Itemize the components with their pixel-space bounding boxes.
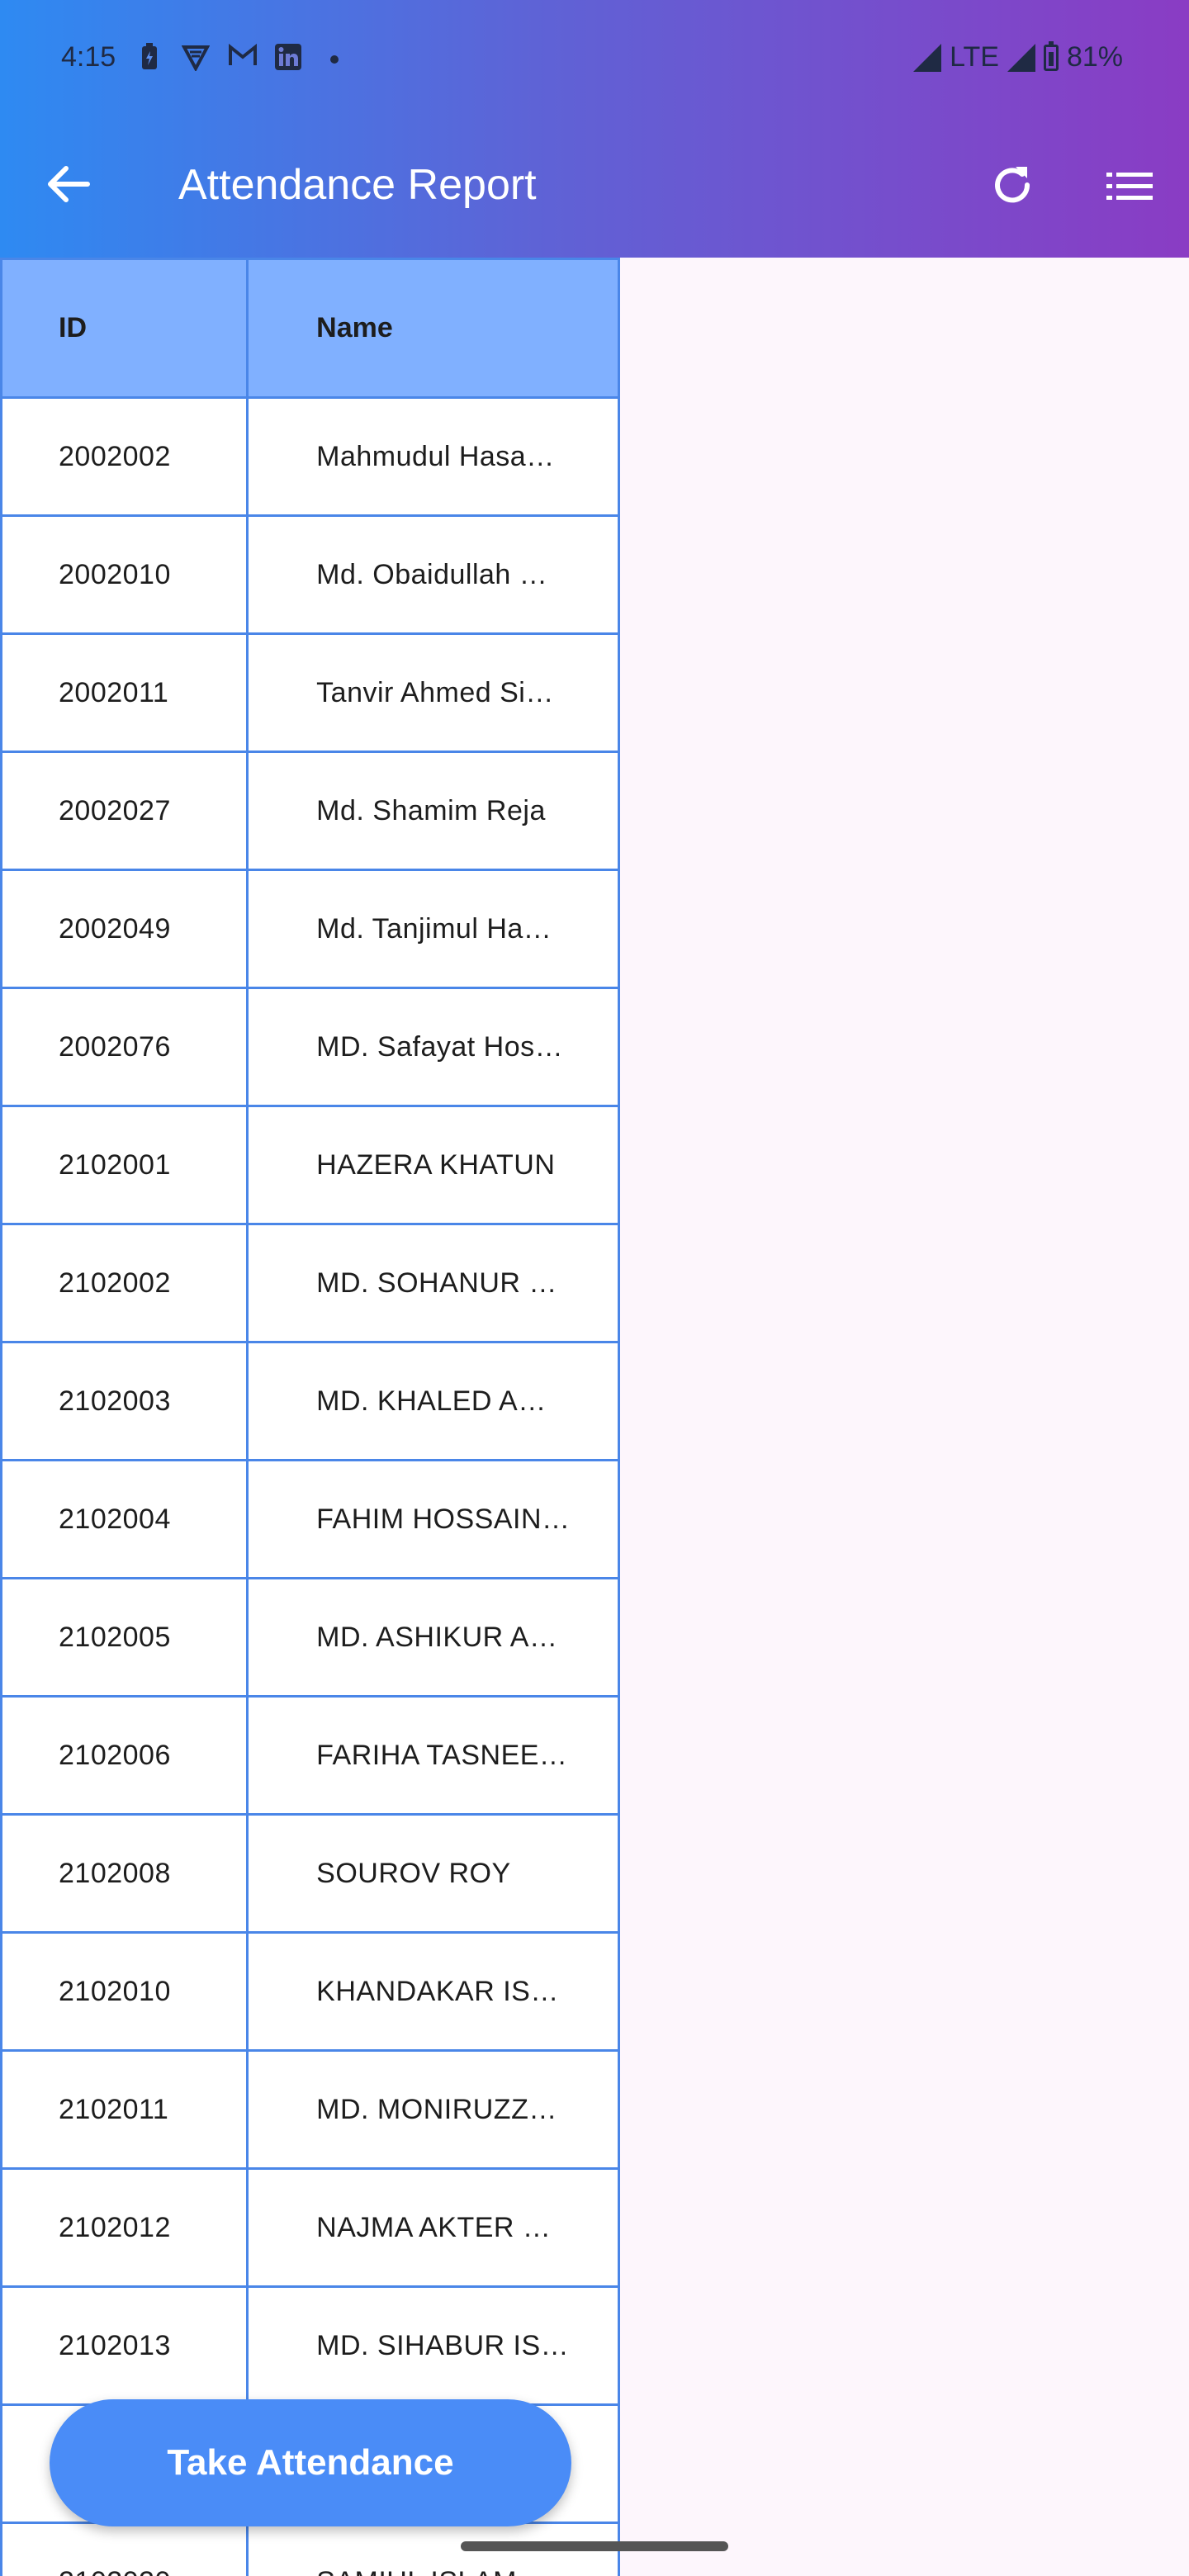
list-icon xyxy=(1106,173,1153,200)
cell-id: 2102020 xyxy=(0,2522,249,2576)
back-button[interactable] xyxy=(41,157,96,211)
status-bar: 4:15 LTE 81% xyxy=(0,0,1189,124)
table-row[interactable]: 2102012 NAJMA AKTER … xyxy=(0,2167,620,2288)
cell-id: 2002027 xyxy=(0,751,249,871)
cell-name: Md. Tanjimul Ha… xyxy=(246,869,620,989)
cell-name: MD. SOHANUR … xyxy=(246,1223,620,1343)
table-row[interactable]: 2102001 HAZERA KHATUN xyxy=(0,1105,620,1225)
cell-id: 2102002 xyxy=(0,1223,249,1343)
table-row[interactable]: 2102003 MD. KHALED A… xyxy=(0,1341,620,1461)
page-title: Attendance Report xyxy=(178,161,537,209)
take-attendance-button[interactable]: Take Attendance xyxy=(50,2399,571,2526)
table-row[interactable]: 2102004 FAHIM HOSSAIN… xyxy=(0,1459,620,1579)
app-bar: 4:15 LTE 81% Attendance Report xyxy=(0,0,1189,258)
table-header-row: ID Name xyxy=(0,258,620,399)
refresh-button[interactable] xyxy=(988,160,1037,210)
cell-id: 2102004 xyxy=(0,1459,249,1579)
table-row[interactable]: 2002010 Md. Obaidullah … xyxy=(0,514,620,635)
cell-name: MD. ASHIKUR A… xyxy=(246,1577,620,1698)
linkedin-icon xyxy=(274,43,302,71)
notification-icons xyxy=(135,43,348,73)
dot-icon xyxy=(320,43,348,71)
column-header-id: ID xyxy=(0,258,249,399)
battery-icon xyxy=(1043,40,1059,71)
status-time: 4:15 xyxy=(61,41,116,73)
cell-id: 2002010 xyxy=(0,514,249,635)
cell-id: 2102001 xyxy=(0,1105,249,1225)
cell-id: 2102005 xyxy=(0,1577,249,1698)
table-row[interactable]: 2102011 MD. MONIRUZZ… xyxy=(0,2049,620,2170)
battery-saver-icon xyxy=(135,43,163,71)
cell-id: 2002011 xyxy=(0,632,249,753)
cell-name: Mahmudul Hasa… xyxy=(246,396,620,517)
arrow-left-icon xyxy=(48,166,90,202)
cell-id: 2102010 xyxy=(0,1931,249,2052)
vpn-icon xyxy=(181,43,211,73)
cell-id: 2002002 xyxy=(0,396,249,517)
table-row[interactable]: 2102006 FARIHA TASNEE… xyxy=(0,1695,620,1816)
table-row[interactable]: 2102005 MD. ASHIKUR A… xyxy=(0,1577,620,1698)
table-row[interactable]: 2102010 KHANDAKAR IS… xyxy=(0,1931,620,2052)
cell-id: 2002076 xyxy=(0,987,249,1107)
table-row[interactable]: 2002011 Tanvir Ahmed Si… xyxy=(0,632,620,753)
cell-name: Tanvir Ahmed Si… xyxy=(246,632,620,753)
cell-name: HAZERA KHATUN xyxy=(246,1105,620,1225)
cell-name: MD. Safayat Hos… xyxy=(246,987,620,1107)
cell-name: FARIHA TASNEE… xyxy=(246,1695,620,1816)
signal-icon xyxy=(913,43,942,72)
cell-name: NAJMA AKTER … xyxy=(246,2167,620,2288)
cell-id: 2102012 xyxy=(0,2167,249,2288)
signal-2-icon xyxy=(1007,43,1035,72)
table-row[interactable]: 2102008 SOUROV ROY xyxy=(0,1813,620,1934)
network-label: LTE xyxy=(950,41,999,73)
table-row[interactable]: 2002049 Md. Tanjimul Ha… xyxy=(0,869,620,989)
table-body: 2002002 Mahmudul Hasa… 2002010 Md. Obaidull… xyxy=(0,396,620,2576)
cell-name: MD. KHALED A… xyxy=(246,1341,620,1461)
column-header-name: Name xyxy=(246,258,620,399)
menu-list-button[interactable] xyxy=(1103,162,1156,211)
cell-id: 2102008 xyxy=(0,1813,249,1934)
cell-id: 2102006 xyxy=(0,1695,249,1816)
table-row[interactable]: 2102013 MD. SIHABUR IS… xyxy=(0,2285,620,2406)
table-row[interactable]: 2002076 MD. Safayat Hos… xyxy=(0,987,620,1107)
refresh-icon xyxy=(995,167,1030,203)
battery-level: 81% xyxy=(1066,41,1123,73)
cell-name: MD. MONIRUZZ… xyxy=(246,2049,620,2170)
status-right: LTE 81% xyxy=(913,40,1123,73)
cell-name: FAHIM HOSSAIN… xyxy=(246,1459,620,1579)
cell-id: 2102013 xyxy=(0,2285,249,2406)
cell-name: Md. Obaidullah … xyxy=(246,514,620,635)
table-row[interactable]: 2002002 Mahmudul Hasa… xyxy=(0,396,620,517)
cell-name: MD. SIHABUR IS… xyxy=(246,2285,620,2406)
table-row[interactable]: 2102002 MD. SOHANUR … xyxy=(0,1223,620,1343)
home-indicator[interactable] xyxy=(461,2541,728,2551)
attendance-table: ID Name 2002002 Mahmudul Hasa… 2002010 Md. … xyxy=(0,258,620,2576)
cell-name: KHANDAKAR IS… xyxy=(246,1931,620,2052)
cell-id: 2002049 xyxy=(0,869,249,989)
cell-name: Md. Shamim Reja xyxy=(246,751,620,871)
gmail-icon xyxy=(228,43,257,71)
cell-name: SOUROV ROY xyxy=(246,1813,620,1934)
cell-id: 2102011 xyxy=(0,2049,249,2170)
table-row[interactable]: 2002027 Md. Shamim Reja xyxy=(0,751,620,871)
cell-id: 2102003 xyxy=(0,1341,249,1461)
